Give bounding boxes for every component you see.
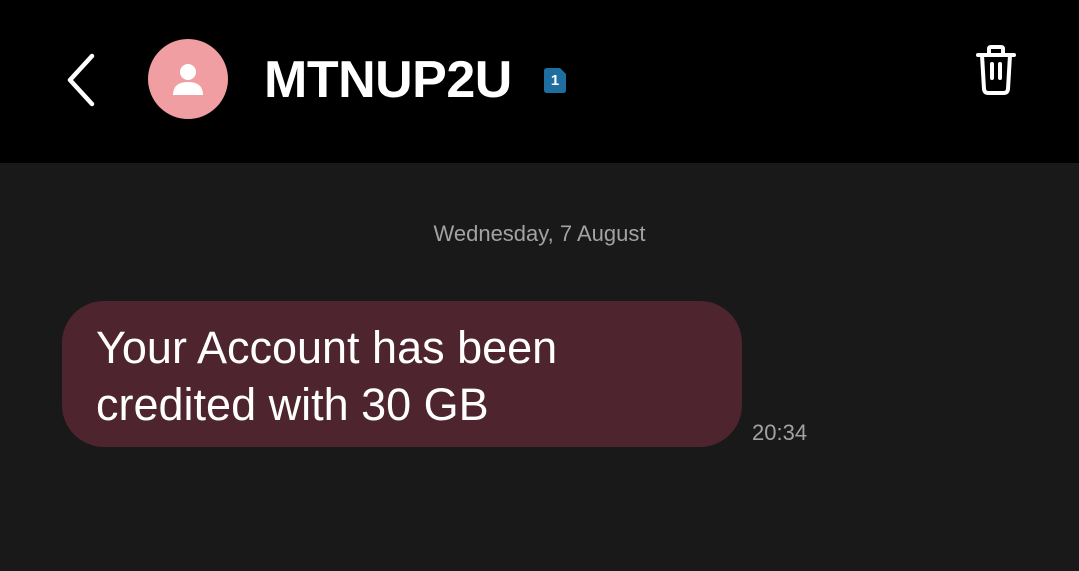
incoming-message-bubble[interactable]: Your Account has been credited with 30 G… [62,301,742,447]
trash-icon [976,45,1016,95]
contact-avatar[interactable] [148,39,228,119]
contact-name[interactable]: MTNUP2U [264,44,512,116]
person-icon [173,64,203,95]
conversation-header: MTNUP2U 1 [0,0,1079,163]
date-separator: Wednesday, 7 August [433,221,646,246]
message-timestamp: 20:34 [752,420,808,445]
chevron-left-icon [67,53,95,107]
sim-badge: 1 [541,66,569,94]
back-button[interactable] [56,48,108,112]
delete-button[interactable] [966,40,1026,100]
sim-badge-number: 1 [550,71,560,89]
messaging-screen: MTNUP2U 1 Wednesday, 7 August Your Accou… [0,0,1079,571]
